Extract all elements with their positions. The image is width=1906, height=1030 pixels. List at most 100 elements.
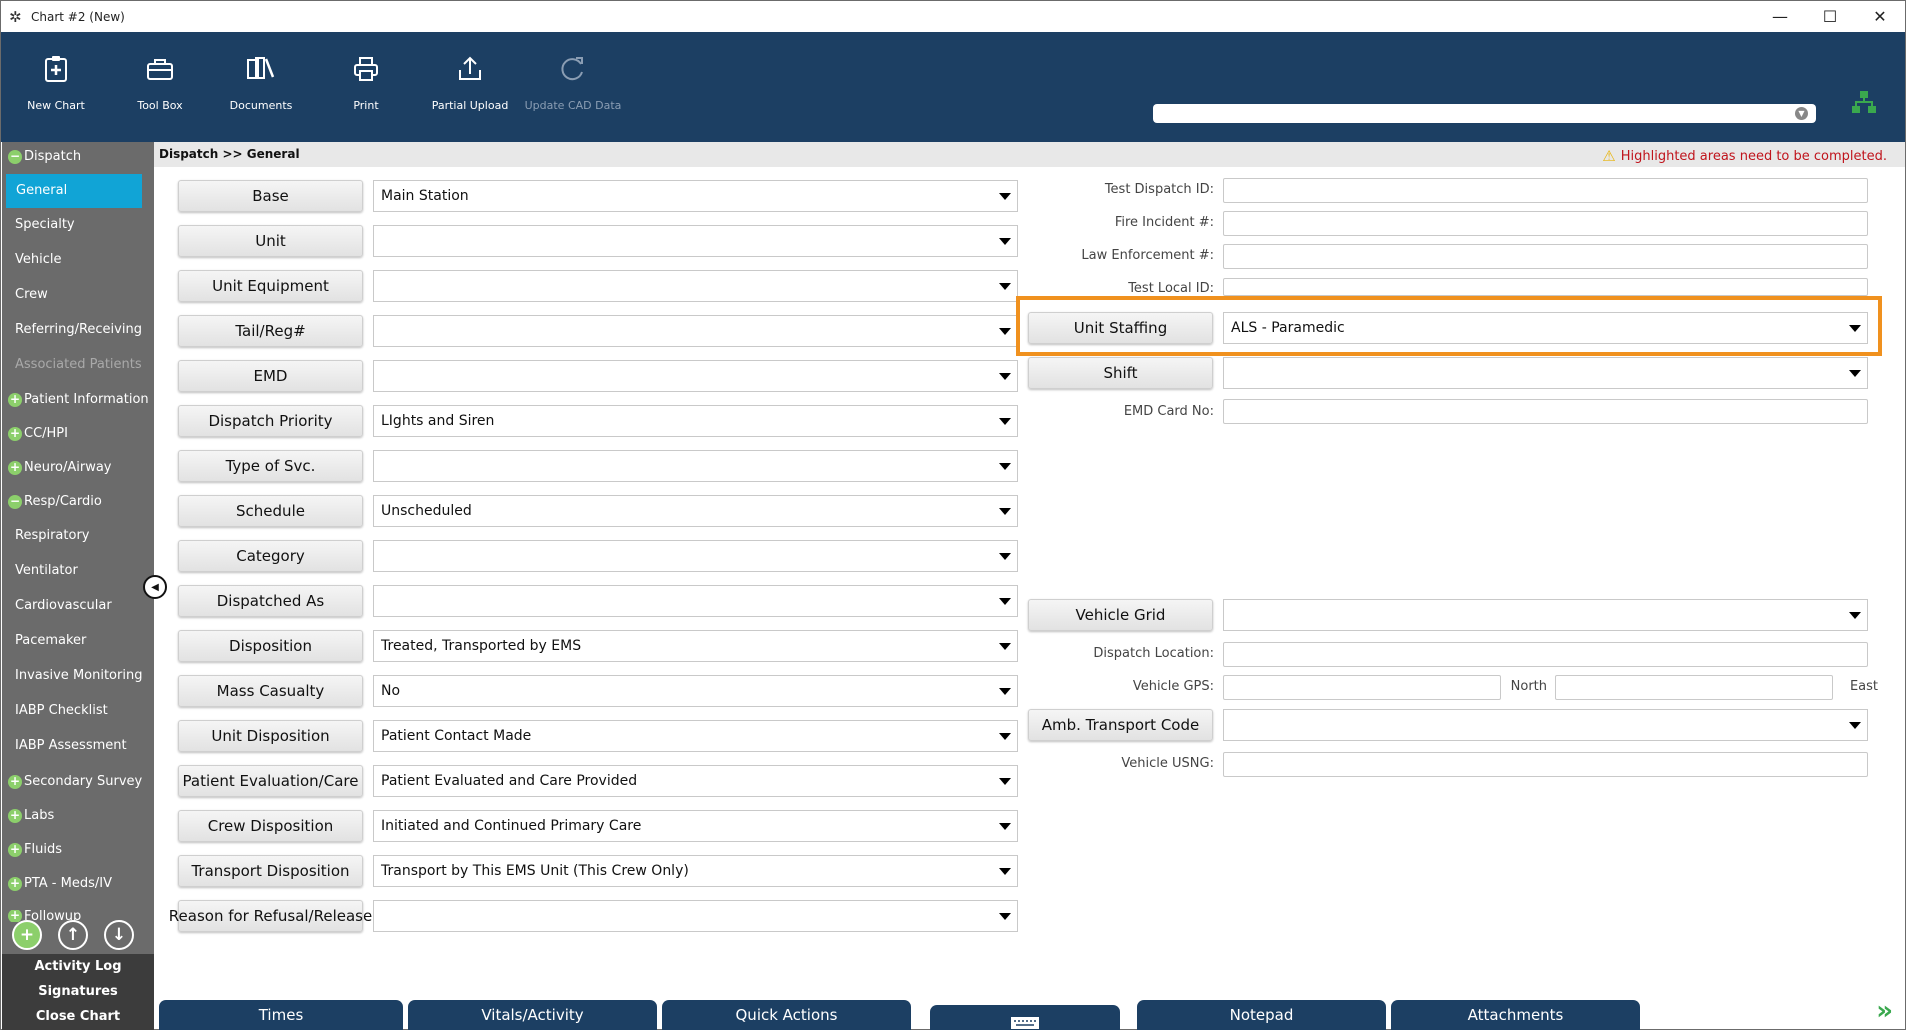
sidebar-section-neuro-airway[interactable]: + Neuro/Airway: [2, 460, 154, 475]
documents-button[interactable]: Documents: [206, 47, 316, 112]
sidebar-item-vehicle[interactable]: Vehicle: [2, 252, 154, 267]
tab-times[interactable]: Times: [159, 1000, 403, 1030]
update-cad-button[interactable]: Update CAD Data: [518, 47, 628, 112]
reason-for-refusal-release-button[interactable]: Reason for Refusal/Release: [169, 900, 372, 932]
dropdown-arrow-icon: [1849, 370, 1861, 377]
minimize-button[interactable]: —: [1755, 1, 1805, 32]
sidebar-item-general[interactable]: General: [6, 174, 142, 208]
warning-icon: ⚠: [1602, 147, 1616, 165]
tab-quick-actions[interactable]: Quick Actions: [662, 1000, 911, 1030]
shift-button[interactable]: Shift: [1028, 357, 1213, 389]
search-dropdown-icon[interactable]: ▼: [1795, 107, 1808, 120]
category-button[interactable]: Category: [178, 540, 363, 572]
base-select[interactable]: Main Station: [373, 180, 1018, 212]
unit-equipment-select[interactable]: [373, 270, 1018, 302]
shift-select[interactable]: [1223, 357, 1868, 389]
tail-reg-select[interactable]: [373, 315, 1018, 347]
emd-select[interactable]: [373, 360, 1018, 392]
dispatch-location-field[interactable]: [1223, 642, 1868, 667]
scroll-up-button[interactable]: ↑: [58, 920, 88, 950]
keyboard-button[interactable]: [930, 1005, 1120, 1030]
tab-vitals-activity[interactable]: Vitals/Activity: [408, 1000, 657, 1030]
sidebar-item-referring[interactable]: Referring/Receiving: [2, 322, 154, 337]
scroll-down-button[interactable]: ↓: [104, 920, 134, 950]
signatures-button[interactable]: Signatures: [2, 979, 154, 1004]
vehicle-gps-north-field[interactable]: [1223, 675, 1501, 700]
category-select[interactable]: [373, 540, 1018, 572]
amb-transport-code-button[interactable]: Amb. Transport Code: [1028, 709, 1213, 741]
sidebar-section-patient-information[interactable]: + Patient Information: [2, 392, 154, 407]
dispatch-priority-button[interactable]: Dispatch Priority: [178, 405, 363, 437]
patient-evaluation-care-button[interactable]: Patient Evaluation/Care: [178, 765, 363, 797]
maximize-button[interactable]: ☐: [1805, 1, 1855, 32]
sidebar-section-cc-hpi[interactable]: + CC/HPI: [2, 426, 154, 441]
emd-card-no-field[interactable]: [1223, 399, 1868, 424]
disposition-button[interactable]: Disposition: [178, 630, 363, 662]
emd-button[interactable]: EMD: [178, 360, 363, 392]
tail-reg-button[interactable]: Tail/Reg#: [178, 315, 363, 347]
sidebar-section-dispatch[interactable]: − Dispatch: [2, 149, 154, 164]
sidebar-item-ventilator[interactable]: Ventilator: [2, 563, 154, 578]
close-chart-button[interactable]: Close Chart: [2, 1004, 154, 1029]
sidebar-item-invasive-monitoring[interactable]: Invasive Monitoring: [2, 668, 154, 683]
partial-upload-button[interactable]: Partial Upload: [415, 47, 525, 112]
transport-disposition-button[interactable]: Transport Disposition: [178, 855, 363, 887]
print-button[interactable]: Print: [311, 47, 421, 112]
disposition-select[interactable]: Treated, Transported by EMS: [373, 630, 1018, 662]
vehicle-usng-field[interactable]: [1223, 752, 1868, 777]
mass-casualty-select[interactable]: No: [373, 675, 1018, 707]
schedule-select[interactable]: Unscheduled: [373, 495, 1018, 527]
sidebar-item-iabp-assessment[interactable]: IABP Assessment: [2, 738, 154, 753]
test-dispatch-id-field[interactable]: [1223, 178, 1868, 203]
collapse-sidebar-button[interactable]: ◀: [143, 575, 167, 599]
tool-box-button[interactable]: Tool Box: [105, 47, 215, 112]
search-input[interactable]: ▼: [1153, 104, 1816, 123]
sidebar-section-secondary-survey[interactable]: + Secondary Survey: [2, 774, 154, 789]
type-of-svc-button[interactable]: Type of Svc.: [178, 450, 363, 482]
crew-disposition-button[interactable]: Crew Disposition: [178, 810, 363, 842]
sidebar-section-labs[interactable]: + Labs: [2, 808, 154, 823]
base-button[interactable]: Base: [178, 180, 363, 212]
org-chart-icon[interactable]: [1851, 90, 1877, 118]
sidebar-section-fluids[interactable]: + Fluids: [2, 842, 154, 857]
schedule-button[interactable]: Schedule: [178, 495, 363, 527]
mass-casualty-button[interactable]: Mass Casualty: [178, 675, 363, 707]
unit-select[interactable]: [373, 225, 1018, 257]
activity-log-button[interactable]: Activity Log: [2, 954, 154, 979]
type-of-svc-select[interactable]: [373, 450, 1018, 482]
dispatched-as-button[interactable]: Dispatched As: [178, 585, 363, 617]
add-button[interactable]: +: [12, 920, 42, 950]
fire-incident-field[interactable]: [1223, 211, 1868, 236]
dropdown-arrow-icon: [999, 193, 1011, 200]
transport-disposition-select[interactable]: Transport by This EMS Unit (This Crew On…: [373, 855, 1018, 887]
sidebar-item-iabp-checklist[interactable]: IABP Checklist: [2, 703, 154, 718]
unit-disposition-button[interactable]: Unit Disposition: [178, 720, 363, 752]
tab-attachments[interactable]: Attachments: [1391, 1000, 1640, 1030]
close-button[interactable]: ✕: [1855, 1, 1905, 32]
unit-equipment-button[interactable]: Unit Equipment: [178, 270, 363, 302]
sidebar-item-respiratory[interactable]: Respiratory: [2, 528, 154, 543]
vehicle-grid-select[interactable]: [1223, 599, 1868, 631]
patient-evaluation-care-select[interactable]: Patient Evaluated and Care Provided: [373, 765, 1018, 797]
new-chart-button[interactable]: New Chart: [1, 47, 111, 112]
warning-message: ⚠ Highlighted areas need to be completed…: [1602, 147, 1887, 165]
sidebar-item-pacemaker[interactable]: Pacemaker: [2, 633, 154, 648]
sidebar-item-cardiovascular[interactable]: Cardiovascular: [2, 598, 154, 613]
vehicle-grid-button[interactable]: Vehicle Grid: [1028, 599, 1213, 631]
sidebar-item-specialty[interactable]: Specialty: [2, 217, 154, 232]
law-enforcement-field[interactable]: [1223, 244, 1868, 269]
sidebar-item-crew[interactable]: Crew: [2, 287, 154, 302]
unit-disposition-select[interactable]: Patient Contact Made: [373, 720, 1018, 752]
dispatched-as-select[interactable]: [373, 585, 1018, 617]
sidebar-section-resp-cardio[interactable]: − Resp/Cardio: [2, 494, 154, 509]
tab-notepad[interactable]: Notepad: [1137, 1000, 1386, 1030]
reason-for-refusal-release-select[interactable]: [373, 900, 1018, 932]
unit-button[interactable]: Unit: [178, 225, 363, 257]
vehicle-gps-east-field[interactable]: [1555, 675, 1833, 700]
expand-chevron-icon[interactable]: »: [1876, 996, 1893, 1026]
dispatch-priority-select[interactable]: LIghts and Siren: [373, 405, 1018, 437]
crew-disposition-select[interactable]: Initiated and Continued Primary Care: [373, 810, 1018, 842]
amb-transport-code-select[interactable]: [1223, 709, 1868, 741]
sidebar-section-pta-meds-iv[interactable]: + PTA - Meds/IV: [2, 876, 154, 891]
test-local-id-field[interactable]: [1223, 278, 1868, 296]
